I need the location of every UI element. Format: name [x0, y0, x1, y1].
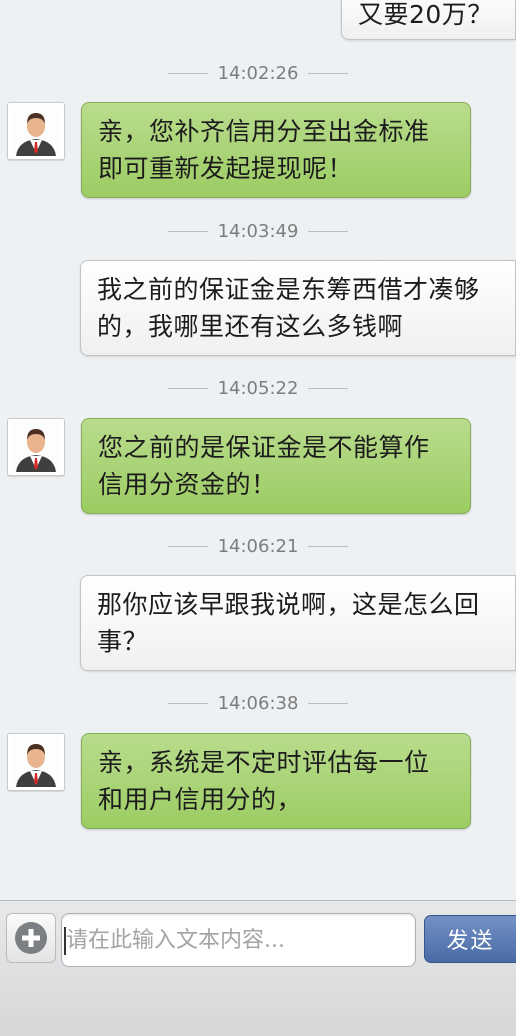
person-icon	[11, 422, 61, 472]
timestamp: 14:02:26	[0, 61, 516, 85]
agent-avatar[interactable]	[7, 102, 65, 160]
message-text: 我之前的保证金是东筹西借才凑够的，我哪里还有这么多钱啊	[97, 275, 480, 341]
person-icon	[11, 106, 61, 156]
agent-message-bubble: 亲，您补齐信用分至出金标准即可重新发起提现呢！	[81, 102, 471, 198]
agent-avatar[interactable]	[7, 418, 65, 476]
agent-message-bubble: 亲，系统是不定时评估每一位和用户信用分的，	[81, 733, 471, 829]
timestamp: 14:03:49	[0, 219, 516, 243]
my-message-bubble: 又要20万？	[341, 0, 516, 40]
my-message-bubble: 那你应该早跟我说啊，这是怎么回事？	[80, 575, 516, 671]
text-cursor	[64, 927, 66, 955]
input-bar: 发送	[0, 900, 516, 1036]
message-text: 亲，系统是不定时评估每一位和用户信用分的，	[98, 748, 430, 814]
message-text: 那你应该早跟我说啊，这是怎么回事？	[97, 590, 480, 656]
message-text: 亲，您补齐信用分至出金标准即可重新发起提现呢！	[98, 117, 430, 183]
agent-message-bubble: 您之前的是保证金是不能算作信用分资金的！	[81, 418, 471, 514]
message-text: 又要20万？	[358, 0, 493, 29]
plus-circle-icon	[15, 922, 47, 954]
message-text: 您之前的是保证金是不能算作信用分资金的！	[98, 433, 430, 499]
chat-area: 又要20万？ 14:02:26 亲，您补齐信用分至出金标准即可重新发起提现呢！ …	[0, 0, 516, 900]
attach-button[interactable]	[6, 913, 56, 963]
person-icon	[11, 737, 61, 787]
timestamp: 14:06:38	[0, 691, 516, 715]
send-button[interactable]: 发送	[424, 915, 516, 963]
timestamp: 14:05:22	[0, 376, 516, 400]
my-message-bubble: 我之前的保证金是东筹西借才凑够的，我哪里还有这么多钱啊	[80, 260, 516, 356]
agent-avatar[interactable]	[7, 733, 65, 791]
timestamp: 14:06:21	[0, 534, 516, 558]
message-input[interactable]	[61, 913, 416, 967]
